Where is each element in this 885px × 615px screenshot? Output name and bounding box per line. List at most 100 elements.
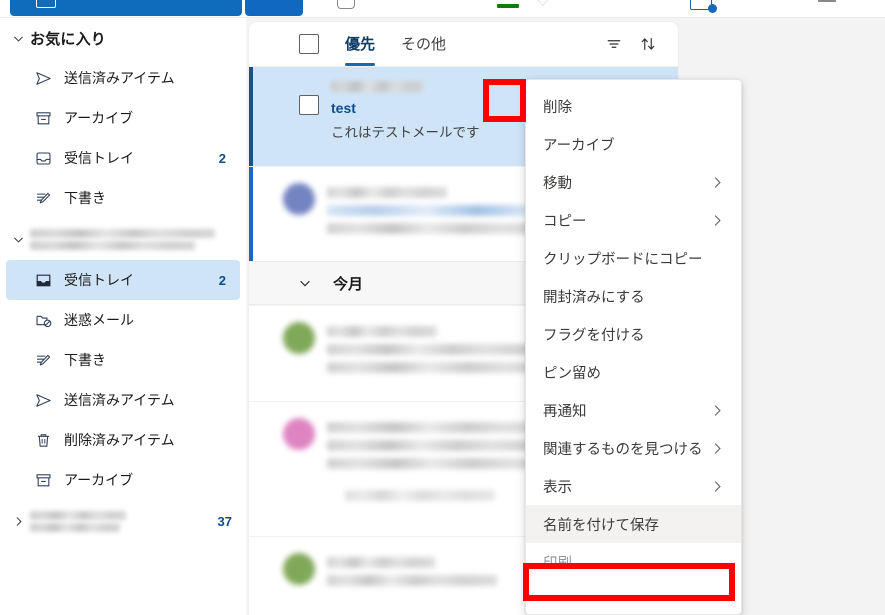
folder-group-favorites[interactable]: お気に入り xyxy=(0,18,246,58)
folder-item-label: 下書き xyxy=(64,190,106,206)
draft-icon xyxy=(34,189,64,208)
chevron-down-icon xyxy=(6,233,30,246)
new-mail-icon xyxy=(36,0,56,8)
chevron-right-icon xyxy=(710,403,729,418)
folder-item-sent-favorites[interactable]: 送信済みアイテム xyxy=(6,58,240,98)
menu-item-find-related[interactable]: 関連するものを見つける xyxy=(526,429,741,467)
menu-item-label: 表示 xyxy=(543,479,572,496)
folder-item-drafts[interactable]: 下書き xyxy=(6,340,240,380)
menu-item-flag[interactable]: フラグを付ける xyxy=(526,315,741,353)
avatar xyxy=(283,418,315,450)
filter-icon[interactable] xyxy=(600,30,628,58)
menu-item-archive[interactable]: アーカイブ xyxy=(526,125,741,163)
message-list-header: 優先 その他 xyxy=(249,22,678,66)
message-subject-redacted xyxy=(327,575,497,586)
menu-item-delete[interactable]: 削除 xyxy=(526,87,741,125)
menu-item-save-as[interactable]: 名前を付けて保存 xyxy=(526,505,741,543)
context-menu: 削除 アーカイブ 移動 コピー クリップボードにコピー 開封済みにする フラグを… xyxy=(525,79,742,615)
message-sender-redacted xyxy=(327,326,437,337)
chevron-down-icon xyxy=(6,32,30,45)
new-mail-dropdown-button[interactable] xyxy=(245,0,303,16)
folder-item-label: 受信トレイ xyxy=(64,150,134,166)
menu-item-label: 印刷 xyxy=(543,555,572,572)
folder-item-label: 送信済みアイテム xyxy=(64,392,175,408)
menu-item-pin[interactable]: ピン留め xyxy=(526,353,741,391)
folder-item-count: 2 xyxy=(218,150,226,166)
folder-item-label: 削除済みアイテム xyxy=(64,432,175,448)
top-toolbar: ♡ xyxy=(0,0,885,18)
chevron-right-icon xyxy=(710,479,729,494)
menu-item-label: 移動 xyxy=(543,175,572,192)
folder-item-label: アーカイブ xyxy=(64,110,134,126)
folder-group-title-redacted xyxy=(30,228,215,250)
menu-item-copy[interactable]: コピー xyxy=(526,201,741,239)
folder-item-junk[interactable]: 迷惑メール xyxy=(6,300,240,340)
folder-group-title: お気に入り xyxy=(30,30,107,48)
date-group-label: 今月 xyxy=(333,275,364,293)
unread-accent-bar xyxy=(249,167,253,261)
send-icon xyxy=(34,391,64,410)
folder-item-archive-favorites[interactable]: アーカイブ xyxy=(6,98,240,138)
menu-item-mark-as-read[interactable]: 開封済みにする xyxy=(526,277,741,315)
avatar xyxy=(283,553,315,585)
move-icon[interactable] xyxy=(690,0,717,13)
folder-item-label: 下書き xyxy=(64,352,106,368)
sort-icon[interactable] xyxy=(634,30,662,58)
menu-item-label: 削除 xyxy=(543,99,572,116)
junk-icon xyxy=(34,311,64,330)
chevron-right-icon xyxy=(710,213,729,228)
flag-icon[interactable]: ♡ xyxy=(536,0,549,9)
chevron-right-icon xyxy=(710,441,729,456)
menu-item-view[interactable]: 表示 xyxy=(526,467,741,505)
avatar xyxy=(283,322,315,354)
tab-other[interactable]: その他 xyxy=(401,33,446,56)
menu-item-print[interactable]: 印刷 xyxy=(526,543,741,581)
message-sender-redacted xyxy=(327,187,447,198)
folder-item-drafts-favorites[interactable]: 下書き xyxy=(6,178,240,218)
trash-icon xyxy=(34,431,64,450)
message-checkbox[interactable] xyxy=(299,95,319,115)
folder-item-label: 受信トレイ xyxy=(64,272,134,288)
selection-accent-bar xyxy=(249,67,253,166)
inbox-icon xyxy=(34,271,64,290)
folder-item-label: 迷惑メール xyxy=(64,312,134,328)
menu-item-copy-to-clipboard[interactable]: クリップボードにコピー xyxy=(526,239,741,277)
folder-item-inbox-favorites[interactable]: 受信トレイ 2 xyxy=(6,138,240,178)
folder-item-label: アーカイブ xyxy=(64,472,134,488)
message-sender-redacted xyxy=(327,557,435,568)
menu-item-move[interactable]: 移動 xyxy=(526,163,741,201)
chevron-down-icon xyxy=(293,276,317,290)
archive-icon[interactable] xyxy=(497,4,519,8)
folder-item-count: 2 xyxy=(218,272,226,288)
folder-group-collapsed[interactable]: 37 xyxy=(0,500,246,542)
message-attachment-redacted xyxy=(345,490,495,501)
delete-icon[interactable] xyxy=(337,0,355,9)
menu-item-label: ピン留め xyxy=(543,365,601,382)
menu-item-label: コピー xyxy=(543,213,587,230)
avatar xyxy=(283,183,315,215)
tab-focused[interactable]: 優先 xyxy=(345,33,376,66)
menu-item-label: フラグを付ける xyxy=(543,327,645,344)
folder-group-account[interactable] xyxy=(0,218,246,260)
send-icon xyxy=(34,69,64,88)
more-icon[interactable] xyxy=(818,0,836,2)
menu-item-label: 関連するものを見つける xyxy=(543,441,703,458)
menu-item-label: 再通知 xyxy=(543,403,587,420)
chevron-right-icon xyxy=(6,515,30,528)
menu-item-label: クリップボードにコピー xyxy=(543,251,703,268)
inbox-icon xyxy=(34,149,64,168)
folder-item-inbox-account[interactable]: 受信トレイ 2 xyxy=(6,260,240,300)
folder-item-deleted[interactable]: 削除済みアイテム xyxy=(6,420,240,460)
chevron-right-icon xyxy=(710,175,729,190)
select-all-checkbox[interactable] xyxy=(299,34,319,54)
folder-pane: お気に入り 送信済みアイテム アーカイブ 受信トレイ 2 下書き 受信トレイ 2… xyxy=(0,18,246,615)
folder-group-count: 37 xyxy=(217,513,232,529)
folder-item-sent[interactable]: 送信済みアイテム xyxy=(6,380,240,420)
menu-item-label: 名前を付けて保存 xyxy=(543,517,659,534)
archive-icon xyxy=(34,109,64,128)
menu-item-snooze[interactable]: 再通知 xyxy=(526,391,741,429)
folder-item-archive[interactable]: アーカイブ xyxy=(6,460,240,500)
menu-item-label: 開封済みにする xyxy=(543,289,645,306)
menu-item-label: アーカイブ xyxy=(543,137,615,154)
archive-icon xyxy=(34,471,64,490)
